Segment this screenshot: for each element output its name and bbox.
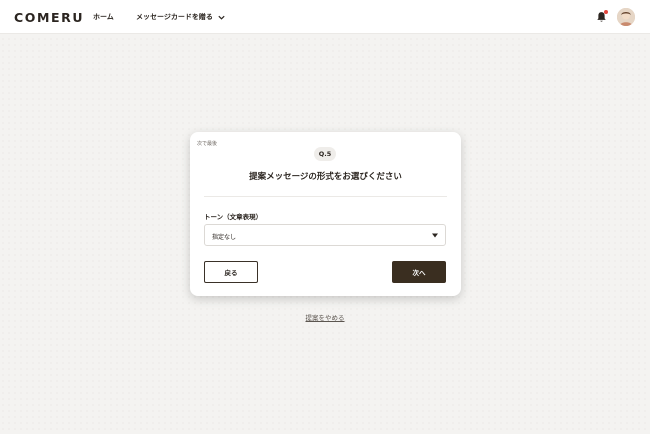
question-title: 提案メッセージの形式をお選びください [249,172,402,182]
logo[interactable]: COMERU [14,10,84,25]
avatar-image [617,8,635,26]
tone-select-value: 指定なし [212,234,237,241]
notification-dot [604,10,608,14]
nav-home-link[interactable]: ホーム [93,12,114,22]
step-note: 次で最後 [197,141,218,147]
back-button[interactable]: 戻る [204,261,258,283]
tone-select[interactable]: 指定なし [204,224,446,246]
question-number-badge: Q.5 [314,147,336,161]
quit-proposal-container: 提案をやめる [0,312,650,322]
question-card: 次で最後 Q.5 提案メッセージの形式をお選びください トーン（文章表現） 指定… [190,132,461,296]
chevron-down-icon [218,15,225,20]
quit-proposal-link[interactable]: 提案をやめる [306,314,345,322]
nav-send-card-label: メッセージカードを贈る [136,13,213,21]
nav-send-card-menu[interactable]: メッセージカードを贈る [136,12,226,22]
avatar[interactable] [617,8,635,26]
divider [204,196,447,197]
top-header: COMERU ホーム メッセージカードを贈る [0,0,650,34]
tone-field-label: トーン（文章表現） [204,213,263,221]
next-button[interactable]: 次へ [392,261,446,283]
caret-down-icon [432,233,438,238]
